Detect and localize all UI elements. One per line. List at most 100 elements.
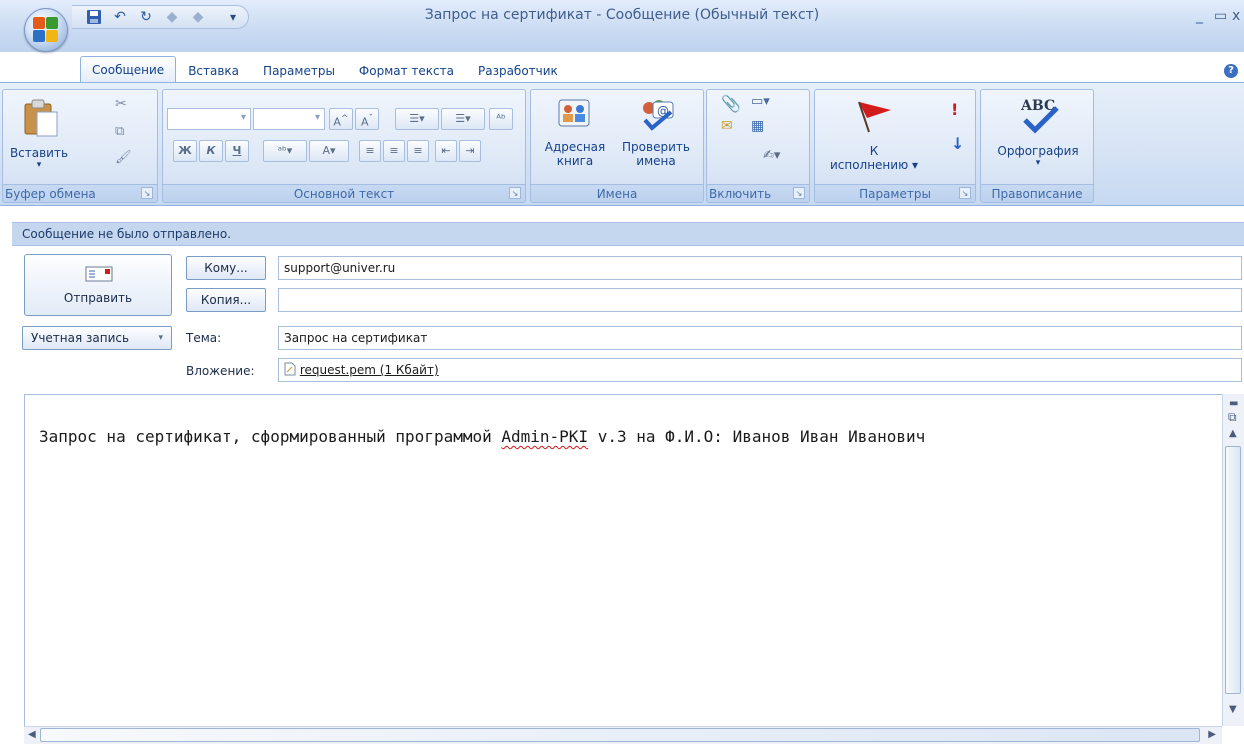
vertical-scroll-thumb[interactable] — [1225, 446, 1241, 694]
options-group: К исполнению ▾ ! ↓ Параметры ↘ — [814, 89, 976, 203]
attachment-field[interactable]: request.pem (1 Кбайт) — [278, 358, 1242, 382]
horizontal-scrollbar[interactable]: ◀ ▶ — [24, 726, 1222, 744]
to-field[interactable]: support@univer.ru — [278, 256, 1242, 280]
subject-field[interactable]: Запрос на сертификат — [278, 326, 1242, 350]
options-launcher-icon[interactable]: ↘ — [959, 187, 971, 199]
clipboard-launcher-icon[interactable]: ↘ — [141, 187, 153, 199]
cc-field[interactable] — [278, 288, 1242, 312]
bullets-icon[interactable]: ☰▾ — [395, 108, 439, 130]
decrease-indent-icon[interactable]: ⇤ — [435, 140, 457, 162]
proofing-group: ABC Орфография ▾ Правописание — [980, 89, 1094, 203]
font-color-icon[interactable]: A▾ — [309, 140, 349, 162]
check-names-button[interactable]: @ Проверить имена — [615, 92, 697, 182]
info-bar: Сообщение не было отправлено. — [12, 222, 1244, 246]
attachment-link[interactable]: request.pem (1 Кбайт) — [300, 363, 439, 377]
maximize-icon[interactable]: ▭ — [1214, 8, 1227, 24]
clipboard-group-label: Буфер обмена — [3, 184, 157, 202]
calendar-icon[interactable]: ▦ — [751, 118, 764, 134]
tab-insert[interactable]: Вставка — [176, 60, 251, 82]
proofing-group-label: Правописание — [981, 184, 1093, 202]
follow-up-button[interactable]: К исполнению ▾ — [819, 92, 929, 182]
attachment-label: Вложение: — [186, 364, 255, 378]
address-book-icon — [558, 99, 590, 127]
title-bar: ↶ ↻ ◆ ◆ ▾ Запрос на сертификат - Сообщен… — [0, 0, 1244, 52]
format-painter-icon[interactable]: 🖌 — [115, 150, 132, 165]
scroll-up-arrow-icon[interactable]: ⧉ — [1228, 410, 1237, 425]
send-button[interactable]: Отправить — [24, 254, 172, 316]
spelling-button[interactable]: ABC Орфография ▾ — [985, 92, 1091, 182]
bold-icon[interactable]: Ж — [173, 140, 197, 162]
grow-font-icon[interactable]: A^ — [329, 108, 353, 130]
basic-text-group: A^ Aˇ ☰▾ ☰▾ ᴬᵇ Ж К Ч ᵃᵇ▾ A▾ ≡ ≡ ≡ ⇤ ⇥ Ос… — [162, 89, 526, 203]
help-icon[interactable]: ? — [1224, 64, 1238, 78]
scroll-up-icon[interactable]: ▲ — [1229, 428, 1237, 439]
include-launcher-icon[interactable]: ↘ — [793, 187, 805, 199]
increase-indent-icon[interactable]: ⇥ — [459, 140, 481, 162]
message-body[interactable]: Запрос на сертификат, сформированный про… — [24, 394, 1244, 744]
paste-icon — [24, 99, 58, 137]
highlight-icon[interactable]: ᵃᵇ▾ — [263, 140, 307, 162]
paste-label: Вставить — [9, 146, 69, 160]
basic-text-launcher-icon[interactable]: ↘ — [509, 187, 521, 199]
svg-text:ABC: ABC — [1020, 98, 1055, 114]
address-book-label-1: Адресная — [544, 140, 606, 154]
check-names-label-2: имена — [636, 154, 676, 168]
tab-message[interactable]: Сообщение — [80, 56, 177, 82]
check-names-icon: @ — [643, 100, 674, 131]
tab-format-text[interactable]: Формат текста — [347, 60, 466, 82]
attach-file-icon[interactable]: 📎 — [721, 94, 741, 113]
underline-icon[interactable]: Ч — [225, 140, 249, 162]
check-names-label-1: Проверить — [622, 140, 690, 154]
message-body-text: Запрос на сертификат, сформированный про… — [39, 427, 926, 446]
scroll-right-icon[interactable]: ▶ — [1208, 729, 1216, 740]
numbering-icon[interactable]: ☰▾ — [441, 108, 485, 130]
split-icon[interactable]: ▬ — [1229, 398, 1238, 409]
include-group: 📎 ▭▾ ✉ ▦ ✍▾ Включить ↘ — [706, 89, 810, 203]
scroll-left-icon[interactable]: ◀ — [28, 729, 36, 740]
align-left-icon[interactable]: ≡ — [359, 140, 381, 162]
ribbon-tabs: Сообщение Вставка Параметры Формат текст… — [80, 56, 570, 82]
attachment-file-icon — [284, 362, 296, 376]
basic-text-group-label: Основной текст — [163, 184, 525, 202]
scroll-down-icon[interactable]: ▼ — [1229, 704, 1237, 715]
high-importance-icon[interactable]: ! — [951, 100, 958, 119]
ribbon: Вставить ▾ ✂ ⧉ 🖌 Буфер обмена ↘ A^ Aˇ ☰▾… — [0, 82, 1244, 206]
tab-options[interactable]: Параметры — [251, 60, 347, 82]
paste-dropdown-icon: ▾ — [36, 160, 42, 170]
tab-developer[interactable]: Разработчик — [466, 60, 570, 82]
close-icon[interactable]: x — [1232, 8, 1240, 24]
align-right-icon[interactable]: ≡ — [407, 140, 429, 162]
horizontal-scroll-thumb[interactable] — [40, 728, 1200, 742]
misspelled-word: Admin-PKI — [501, 427, 589, 446]
spelling-dropdown-icon: ▾ — [1035, 158, 1041, 168]
to-button[interactable]: Кому... — [186, 256, 266, 280]
shrink-font-icon[interactable]: Aˇ — [355, 108, 379, 130]
send-icon — [85, 266, 113, 282]
font-name-combo[interactable] — [167, 108, 251, 130]
attach-item-icon[interactable]: ✉ — [721, 118, 733, 134]
account-label: Учетная запись — [31, 331, 130, 345]
copy-icon[interactable]: ⧉ — [115, 124, 124, 139]
send-label: Отправить — [63, 291, 133, 305]
address-book-button[interactable]: Адресная книга — [535, 92, 615, 182]
paste-button[interactable]: Вставить ▾ — [9, 94, 69, 180]
italic-icon[interactable]: К — [199, 140, 223, 162]
align-center-icon[interactable]: ≡ — [383, 140, 405, 162]
signature-icon[interactable]: ✍▾ — [763, 148, 780, 163]
spelling-label: Орфография — [997, 144, 1079, 158]
vertical-scrollbar[interactable]: ▬ ⧉ ▲ ▼ — [1222, 394, 1244, 726]
cut-icon[interactable]: ✂ — [115, 96, 127, 112]
clipboard-group: Вставить ▾ ✂ ⧉ 🖌 Буфер обмена ↘ — [2, 89, 158, 203]
follow-up-label-1: К — [869, 144, 879, 158]
spelling-check-icon: ABC — [1020, 98, 1059, 134]
low-importance-icon[interactable]: ↓ — [951, 134, 964, 153]
account-button[interactable]: Учетная запись ▾ — [22, 326, 172, 350]
cc-button[interactable]: Копия... — [186, 288, 266, 312]
font-size-combo[interactable] — [253, 108, 325, 130]
clear-format-icon[interactable]: ᴬᵇ — [489, 108, 513, 130]
address-book-label-2: книга — [556, 154, 594, 168]
names-group: Адресная книга @ Проверить имена Имена — [530, 89, 704, 203]
business-card-icon[interactable]: ▭▾ — [751, 94, 770, 109]
follow-up-flag-icon — [858, 101, 891, 133]
minimize-icon[interactable]: _ — [1196, 8, 1203, 24]
